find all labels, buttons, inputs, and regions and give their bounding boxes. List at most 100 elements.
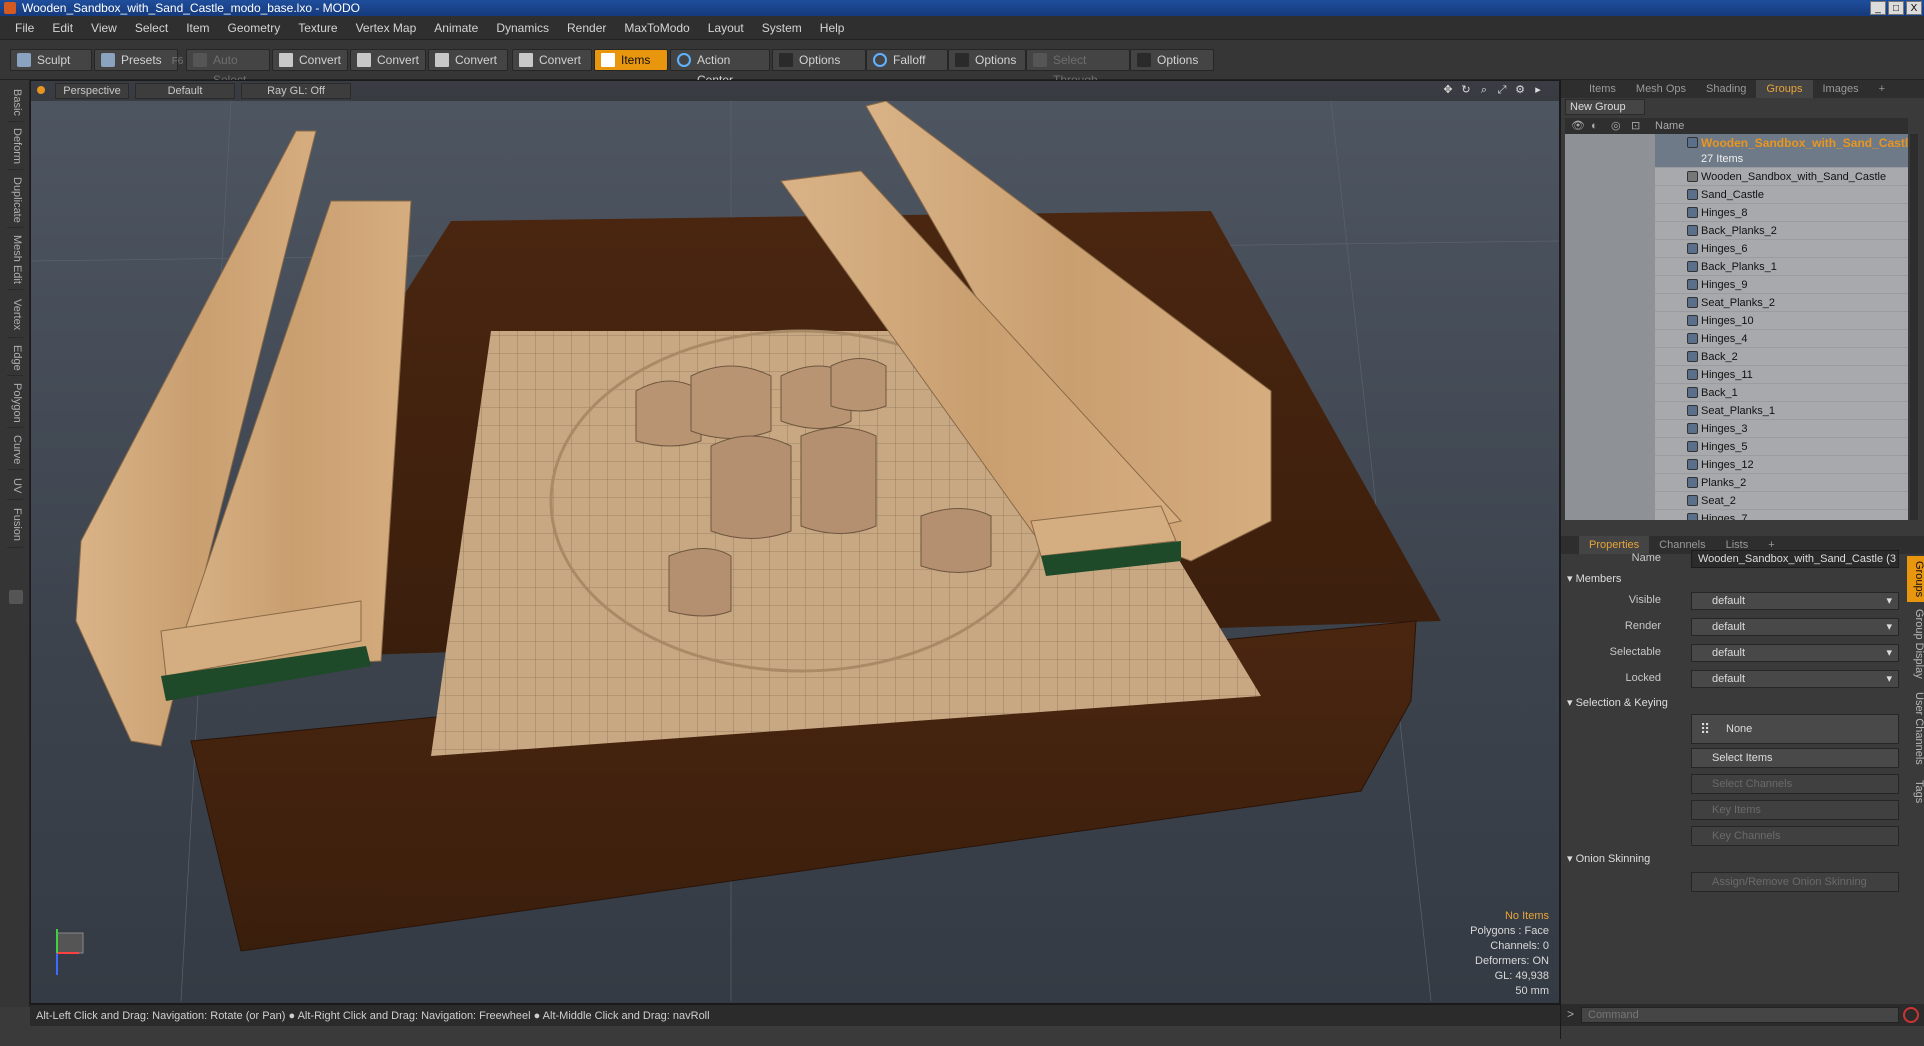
convert-button-2[interactable]: Convert: [350, 49, 426, 71]
members-section[interactable]: ▾ Members: [1567, 572, 1621, 585]
selection-keying-section[interactable]: ▾ Selection & Keying: [1567, 696, 1668, 709]
convert-button-1[interactable]: Convert: [272, 49, 348, 71]
raygl-toggle[interactable]: Ray GL: Off: [241, 83, 351, 99]
group-root-row[interactable]: Wooden_Sandbox_with_Sand_Castl... 27 Ite…: [1565, 134, 1908, 168]
side-tab-group-display[interactable]: Group Display: [1907, 604, 1924, 684]
list-item[interactable]: Back_2: [1565, 348, 1908, 366]
menu-edit[interactable]: Edit: [43, 21, 82, 35]
menu-render[interactable]: Render: [558, 21, 615, 35]
tab-vertex[interactable]: Vertex: [7, 292, 23, 338]
list-item[interactable]: Hinges_6: [1565, 240, 1908, 258]
maximize-button[interactable]: □: [1888, 1, 1904, 15]
menu-maxtomodo[interactable]: MaxToModo: [615, 21, 698, 35]
menu-animate[interactable]: Animate: [425, 21, 487, 35]
menu-select[interactable]: Select: [126, 21, 177, 35]
selectable-dropdown[interactable]: default: [1691, 644, 1899, 662]
locked-dropdown[interactable]: default: [1691, 670, 1899, 688]
viewport-menu-icon[interactable]: [37, 86, 45, 94]
key-items-button[interactable]: Key Items: [1691, 800, 1899, 820]
tab-curve[interactable]: Curve: [7, 430, 23, 470]
shading-dropdown[interactable]: Default: [135, 83, 235, 99]
menu-dynamics[interactable]: Dynamics: [487, 21, 558, 35]
list-item[interactable]: Seat_Planks_2: [1565, 294, 1908, 312]
none-button[interactable]: ⠿ None: [1691, 714, 1899, 744]
tab-mesh-edit[interactable]: Mesh Edit: [7, 230, 23, 290]
tab-groups[interactable]: Groups: [1756, 80, 1813, 98]
name-field[interactable]: Wooden_Sandbox_with_Sand_Castle (3: [1691, 550, 1899, 568]
side-tab-tags[interactable]: Tags: [1907, 772, 1924, 812]
auto-select-button[interactable]: Auto Select: [186, 49, 270, 87]
assign-onion-button[interactable]: Assign/Remove Onion Skinning: [1691, 872, 1899, 892]
falloff-button[interactable]: Falloff: [866, 49, 948, 71]
presets-button[interactable]: Presets F6: [94, 49, 183, 71]
menu-layout[interactable]: Layout: [699, 21, 753, 35]
falloff-options-button[interactable]: Options: [948, 49, 1026, 71]
list-item[interactable]: Back_1: [1565, 384, 1908, 402]
convert-button-3[interactable]: Convert: [428, 49, 508, 71]
list-item[interactable]: Seat_Planks_1: [1565, 402, 1908, 420]
column-name[interactable]: Name: [1655, 118, 1684, 134]
list-item[interactable]: Hinges_8: [1565, 204, 1908, 222]
menu-system[interactable]: System: [753, 21, 811, 35]
menu-view[interactable]: View: [82, 21, 126, 35]
group-list-scrollbar[interactable]: [1910, 134, 1918, 520]
visible-dropdown[interactable]: default: [1691, 592, 1899, 610]
side-tab-user-channels[interactable]: User Channels: [1907, 686, 1924, 770]
rotate-icon[interactable]: ↻: [1459, 83, 1473, 97]
list-item[interactable]: Hinges_12: [1565, 456, 1908, 474]
tab-images[interactable]: Images: [1813, 80, 1869, 98]
list-item[interactable]: Hinges_4: [1565, 330, 1908, 348]
action-center-button[interactable]: Action Center: [670, 49, 770, 87]
list-item[interactable]: Back_Planks_2: [1565, 222, 1908, 240]
minimize-button[interactable]: _: [1870, 1, 1886, 15]
key-channels-button[interactable]: Key Channels: [1691, 826, 1899, 846]
record-icon[interactable]: [1903, 1007, 1919, 1023]
tab-uv[interactable]: UV: [7, 472, 23, 500]
menu-item[interactable]: Item: [177, 21, 218, 35]
select-channels-button[interactable]: Select Channels: [1691, 774, 1899, 794]
close-button[interactable]: X: [1906, 1, 1922, 15]
tab-deform[interactable]: Deform: [7, 124, 23, 170]
list-item[interactable]: Wooden_Sandbox_with_Sand_Castle: [1565, 168, 1908, 186]
items-mode-button[interactable]: Items: [594, 49, 668, 71]
tab-add[interactable]: +: [1869, 80, 1895, 98]
list-item[interactable]: Seat_2: [1565, 492, 1908, 510]
menu-geometry[interactable]: Geometry: [219, 21, 290, 35]
render-dropdown[interactable]: default: [1691, 618, 1899, 636]
select-items-button[interactable]: Select Items: [1691, 748, 1899, 768]
view-type-dropdown[interactable]: Perspective: [55, 83, 129, 99]
list-item[interactable]: Hinges_7: [1565, 510, 1908, 520]
tab-fusion[interactable]: Fusion: [7, 502, 23, 548]
tab-edge[interactable]: Edge: [7, 340, 23, 376]
new-group-button[interactable]: New Group: [1565, 99, 1645, 115]
menu-vertex-map[interactable]: Vertex Map: [347, 21, 426, 35]
command-input[interactable]: [1581, 1007, 1899, 1023]
list-item[interactable]: Back_Planks_1: [1565, 258, 1908, 276]
select-through-button[interactable]: Select Through: [1026, 49, 1130, 87]
list-item[interactable]: Planks_2: [1565, 474, 1908, 492]
select-through-options-button[interactable]: Options: [1130, 49, 1214, 71]
tab-duplicate[interactable]: Duplicate: [7, 172, 23, 228]
list-item[interactable]: Hinges_3: [1565, 420, 1908, 438]
list-item[interactable]: Hinges_11: [1565, 366, 1908, 384]
list-item[interactable]: Hinges_9: [1565, 276, 1908, 294]
tab-items[interactable]: Items: [1579, 80, 1626, 98]
render-icon[interactable]: ◐: [1591, 118, 1598, 134]
select-icon[interactable]: ◎: [1611, 118, 1621, 134]
list-item[interactable]: Hinges_10: [1565, 312, 1908, 330]
3d-viewport[interactable]: Perspective Default Ray GL: Off ✥ ↻ ⌕ ⤢ …: [30, 80, 1560, 1004]
onion-skinning-section[interactable]: ▾ Onion Skinning: [1567, 852, 1650, 865]
list-item[interactable]: Hinges_5: [1565, 438, 1908, 456]
menu-texture[interactable]: Texture: [289, 21, 346, 35]
fit-icon[interactable]: ⤢: [1495, 83, 1509, 97]
convert-button-4[interactable]: Convert: [512, 49, 592, 71]
tab-shading[interactable]: Shading: [1696, 80, 1756, 98]
panel-toggle-icon[interactable]: [9, 590, 23, 604]
tab-basic[interactable]: Basic: [7, 84, 23, 122]
tab-mesh-ops[interactable]: Mesh Ops: [1626, 80, 1696, 98]
list-item[interactable]: Sand_Castle: [1565, 186, 1908, 204]
gear-icon[interactable]: ⚙: [1513, 83, 1527, 97]
action-center-options-button[interactable]: Options: [772, 49, 866, 71]
side-tab-groups[interactable]: Groups: [1907, 556, 1924, 602]
sculpt-button[interactable]: Sculpt: [10, 49, 92, 71]
